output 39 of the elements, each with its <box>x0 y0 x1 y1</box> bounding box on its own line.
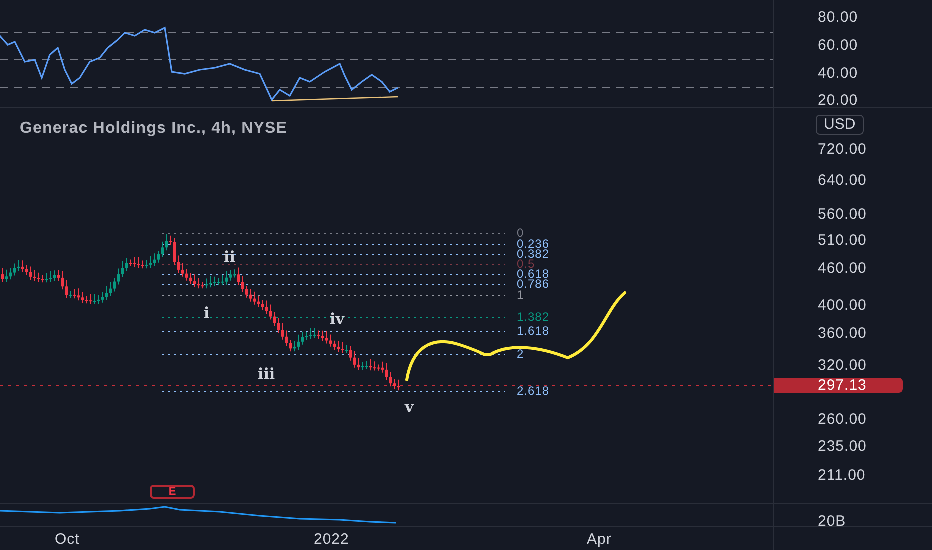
axis-label: 260.00 <box>818 412 867 427</box>
fib-level-label: 0.236 <box>517 240 550 249</box>
axis-label: 211.00 <box>818 468 866 483</box>
axis-label: 360.00 <box>818 326 867 341</box>
fib-level-label: 0.5 <box>517 260 536 269</box>
fib-level-label: 1.382 <box>517 313 550 322</box>
time-label: Apr <box>587 532 612 547</box>
axis-label: 60.00 <box>818 38 858 53</box>
earnings-marker[interactable]: E <box>150 485 195 499</box>
fib-level-label: 0.786 <box>517 280 550 289</box>
axis-label: 460.00 <box>818 261 867 276</box>
axis-label: 40.00 <box>818 66 858 81</box>
time-label: Oct <box>55 532 80 547</box>
fib-level-label: 2 <box>517 350 524 359</box>
wave-label: ii <box>224 250 236 265</box>
fib-level-label: 1.618 <box>517 327 550 336</box>
currency-badge[interactable]: USD <box>816 115 864 135</box>
axis-label: 720.00 <box>818 142 867 157</box>
wave-label: iv <box>330 312 344 327</box>
wave-label: i <box>204 306 210 321</box>
fib-level-label: 0.382 <box>517 250 550 259</box>
time-label: 2022 <box>314 532 350 547</box>
axis-label: 560.00 <box>818 207 867 222</box>
fib-level-label: 2.618 <box>517 387 550 396</box>
fib-level-label: 0.618 <box>517 270 550 279</box>
wave-label: v <box>405 400 414 415</box>
axis-label: 640.00 <box>818 173 867 188</box>
symbol-title: Generac Holdings Inc., 4h, NYSE <box>20 119 288 139</box>
axis-label: 235.00 <box>818 439 867 454</box>
axis-label: 510.00 <box>818 233 867 248</box>
wave-label: iii <box>258 367 276 382</box>
axis-label: 80.00 <box>818 10 858 25</box>
axis-label: 320.00 <box>818 358 867 373</box>
axis-label: 400.00 <box>818 298 867 313</box>
axis-label: 20.00 <box>818 93 858 108</box>
fib-level-label: 1 <box>517 291 524 300</box>
fib-level-label: 0 <box>517 229 524 238</box>
last-price-tag: 297.13 <box>774 378 903 393</box>
axis-label: 20B <box>818 514 846 529</box>
